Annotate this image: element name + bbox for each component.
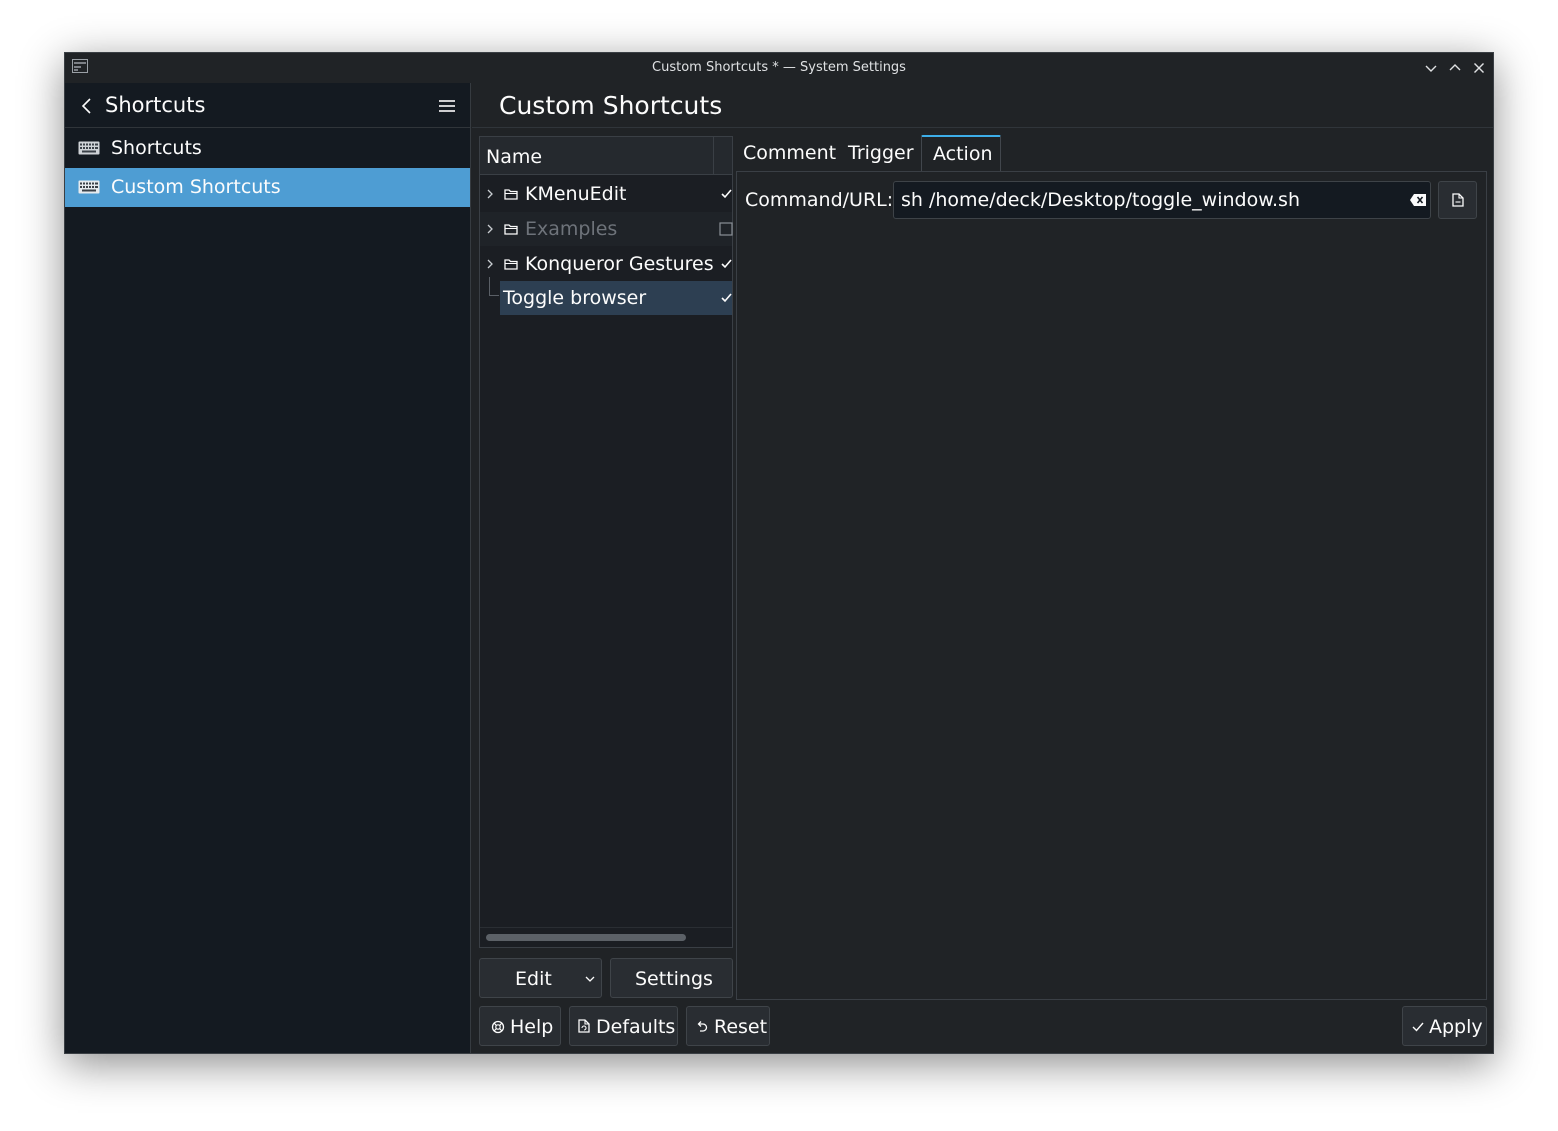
- tree-row-examples[interactable]: Examples: [480, 212, 733, 246]
- checkbox-checked-icon[interactable]: [719, 257, 733, 271]
- close-icon[interactable]: [1470, 59, 1488, 77]
- apply-button-label: Apply: [1429, 1016, 1483, 1038]
- hamburger-menu-icon[interactable]: [438, 98, 456, 114]
- scrollbar-track: [480, 927, 732, 928]
- sidebar: Shortcuts Shortcuts Custom Shortcuts: [65, 83, 471, 1053]
- sidebar-item-label: Shortcuts: [111, 137, 202, 159]
- tree-header-separator: [713, 137, 714, 175]
- sidebar-item-custom-shortcuts[interactable]: Custom Shortcuts: [65, 168, 470, 207]
- help-icon: [491, 1020, 505, 1034]
- reset-button[interactable]: Reset: [686, 1006, 770, 1046]
- titlebar[interactable]: Custom Shortcuts * — System Settings: [65, 53, 1493, 83]
- tree-row-label: Toggle browser: [503, 287, 647, 309]
- tab-action[interactable]: Action: [921, 135, 1001, 173]
- settings-button[interactable]: Settings: [610, 958, 733, 998]
- help-button-label: Help: [510, 1016, 554, 1038]
- undo-icon: [697, 1021, 708, 1032]
- tab-label: Action: [933, 143, 993, 165]
- tree-row-label: KMenuEdit: [525, 183, 627, 205]
- shortcuts-tree[interactable]: Name KMenuEdit Examples Konqueror Gestur…: [479, 136, 733, 948]
- help-button[interactable]: Help: [479, 1006, 561, 1046]
- command-url-input[interactable]: sh /home/deck/Desktop/toggle_window.sh: [893, 181, 1431, 219]
- window-title: Custom Shortcuts * — System Settings: [652, 60, 906, 75]
- tree-branch-line: [489, 295, 499, 296]
- document-revert-icon: [578, 1019, 590, 1033]
- checkmark-icon: [1412, 1022, 1424, 1032]
- reset-button-label: Reset: [714, 1016, 768, 1038]
- keyboard-icon: [78, 141, 100, 155]
- action-panel: Command/URL: sh /home/deck/Desktop/toggl…: [736, 171, 1487, 1000]
- tab-label: Trigger: [848, 142, 914, 164]
- tree-column-name[interactable]: Name: [486, 146, 542, 168]
- page-title: Custom Shortcuts: [499, 91, 723, 120]
- command-url-value: sh /home/deck/Desktop/toggle_window.sh: [901, 189, 1300, 211]
- apply-button[interactable]: Apply: [1402, 1006, 1487, 1046]
- expand-arrow-icon[interactable]: [486, 223, 494, 235]
- system-settings-window: Custom Shortcuts * — System Settings Sho…: [64, 52, 1494, 1054]
- tab-label: Comment: [743, 142, 837, 164]
- tree-header[interactable]: Name: [480, 137, 732, 175]
- settings-button-label: Settings: [635, 968, 713, 990]
- maximize-icon[interactable]: [1446, 59, 1464, 77]
- checkbox-checked-icon[interactable]: [719, 291, 733, 305]
- sidebar-header-label: Shortcuts: [105, 93, 206, 117]
- main-header: Custom Shortcuts: [472, 83, 1493, 128]
- tree-row-label: Konqueror Gestures: [525, 253, 714, 275]
- checkbox-unchecked-icon[interactable]: [719, 222, 733, 236]
- keyboard-icon: [78, 180, 100, 194]
- folder-icon: [504, 259, 518, 270]
- folder-icon: [504, 189, 518, 200]
- sidebar-item-shortcuts[interactable]: Shortcuts: [65, 129, 470, 168]
- edit-dropdown-button[interactable]: Edit: [479, 958, 602, 998]
- chevron-down-icon: [585, 976, 595, 982]
- document-open-icon: [1452, 193, 1464, 207]
- clear-text-icon[interactable]: [1409, 193, 1427, 207]
- folder-icon: [504, 224, 518, 235]
- checkbox-checked-icon[interactable]: [719, 187, 733, 201]
- expand-arrow-icon[interactable]: [486, 258, 494, 270]
- tab-comment[interactable]: Comment: [743, 135, 837, 173]
- tree-row-toggle-browser[interactable]: Toggle browser: [500, 281, 732, 315]
- minimize-icon[interactable]: [1422, 59, 1440, 77]
- main-content: Custom Shortcuts Name KMenuEdit Examples: [472, 83, 1493, 1053]
- back-arrow-icon[interactable]: [79, 96, 95, 116]
- tree-row-kmenuedit[interactable]: KMenuEdit: [480, 177, 732, 211]
- defaults-button-label: Defaults: [596, 1016, 676, 1038]
- sidebar-header: Shortcuts: [65, 83, 470, 128]
- expand-arrow-icon[interactable]: [486, 188, 494, 200]
- edit-button-label: Edit: [515, 968, 552, 990]
- tab-trigger[interactable]: Trigger: [848, 135, 918, 173]
- tree-branch-line: [489, 277, 490, 295]
- defaults-button[interactable]: Defaults: [569, 1006, 678, 1046]
- tree-row-label: Examples: [525, 218, 618, 240]
- command-url-label: Command/URL:: [745, 189, 894, 211]
- sidebar-item-label: Custom Shortcuts: [111, 176, 281, 198]
- horizontal-scrollbar[interactable]: [486, 934, 686, 941]
- tree-row-konqueror-gestures[interactable]: Konqueror Gestures: [480, 247, 732, 281]
- browse-file-button[interactable]: [1438, 181, 1477, 219]
